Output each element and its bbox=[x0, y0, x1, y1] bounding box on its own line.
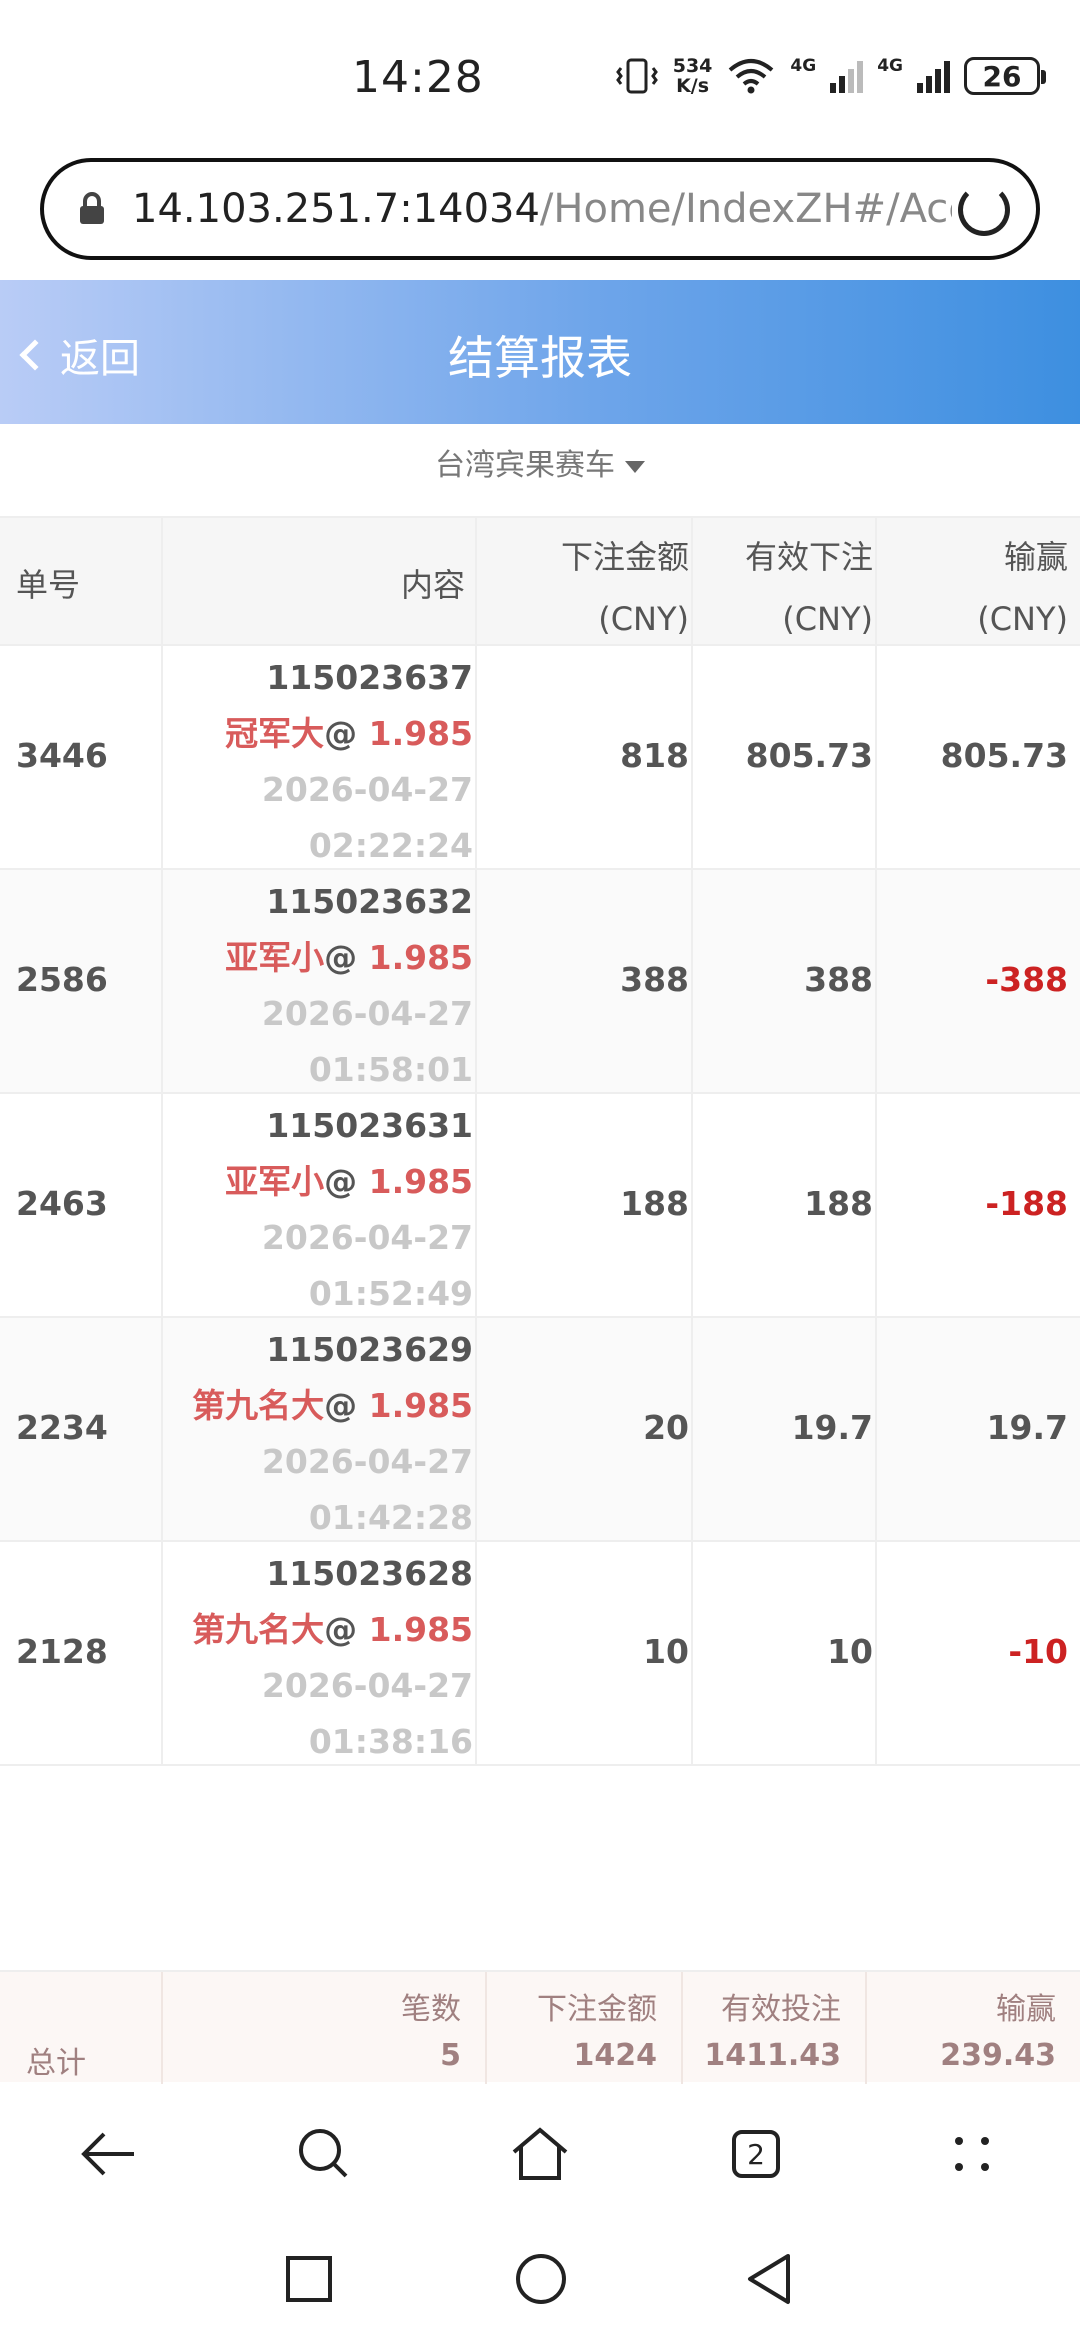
tabs-button[interactable]: 2 bbox=[716, 2114, 796, 2194]
column-header: 输赢 (CNY) bbox=[977, 538, 1068, 638]
row-id: 3446 bbox=[16, 736, 108, 775]
report-table: 单号 内容 下注金额 (CNY) 有效下注 (CNY) 输赢 (CNY) 3446 1… bbox=[0, 516, 1080, 1766]
row-id: 2234 bbox=[16, 1408, 108, 1447]
table-row: 2463 115023631 亚军小@ 1.985 2026-04-27 01:… bbox=[0, 1094, 1080, 1318]
column-header: 有效下注 (CNY) bbox=[693, 518, 877, 644]
column-header: 单号 bbox=[0, 518, 163, 644]
back-triangle-icon[interactable] bbox=[744, 2252, 794, 2306]
status-bar: 14:28 534 K/s 4G 4G 26 bbox=[0, 0, 1080, 150]
dots-menu-icon bbox=[955, 2137, 989, 2171]
bet-content: 115023629 第九名大@ 1.985 2026-04-27 01:42:2… bbox=[192, 1330, 473, 1537]
total-winloss-label: 输赢 bbox=[996, 1992, 1056, 2027]
bet-content: 115023637 冠军大@ 1.985 2026-04-27 02:22:24 bbox=[225, 658, 473, 865]
table-row: 2128 115023628 第九名大@ 1.985 2026-04-27 01… bbox=[0, 1542, 1080, 1766]
wifi-icon bbox=[729, 59, 774, 94]
win-loss: -388 bbox=[985, 960, 1068, 999]
total-bet-value: 1424 bbox=[573, 2038, 658, 2073]
valid-bet: 805.73 bbox=[745, 736, 873, 775]
valid-bet: 19.7 bbox=[791, 1408, 873, 1447]
table-row: 2234 115023629 第九名大@ 1.985 2026-04-27 01… bbox=[0, 1318, 1080, 1542]
bet-amount: 388 bbox=[620, 960, 689, 999]
valid-bet: 188 bbox=[804, 1184, 873, 1223]
bet-content: 115023631 亚军小@ 1.985 2026-04-27 01:52:49 bbox=[225, 1106, 473, 1313]
home-icon bbox=[512, 2127, 568, 2180]
search-button[interactable] bbox=[284, 2114, 364, 2194]
home-button[interactable] bbox=[500, 2114, 580, 2194]
total-winloss-value: 239.43 bbox=[940, 2038, 1056, 2073]
win-loss: -10 bbox=[1008, 1632, 1068, 1671]
lock-icon bbox=[80, 192, 104, 224]
bet-content: 115023628 第九名大@ 1.985 2026-04-27 01:38:1… bbox=[192, 1554, 473, 1761]
valid-bet: 388 bbox=[804, 960, 873, 999]
system-nav-bar bbox=[0, 2224, 1080, 2340]
recents-square-icon[interactable] bbox=[284, 2254, 334, 2304]
search-icon bbox=[299, 2129, 348, 2178]
row-id: 2128 bbox=[16, 1632, 108, 1671]
page-title: 结算报表 bbox=[448, 331, 632, 385]
game-selector-label: 台湾宾果赛车 bbox=[435, 448, 615, 483]
row-id: 2463 bbox=[16, 1184, 108, 1223]
count-label: 笔数 bbox=[401, 1992, 461, 2027]
game-selector[interactable]: 台湾宾果赛车 bbox=[0, 440, 1080, 484]
bet-amount: 20 bbox=[643, 1408, 689, 1447]
bet-amount: 10 bbox=[643, 1632, 689, 1671]
table-row: 3446 115023637 冠军大@ 1.985 2026-04-27 02:… bbox=[0, 646, 1080, 870]
table-row: 2586 115023632 亚军小@ 1.985 2026-04-27 01:… bbox=[0, 870, 1080, 1094]
home-circle-icon[interactable] bbox=[514, 2252, 568, 2306]
browser-toolbar: 2 bbox=[0, 2084, 1080, 2224]
total-bet-label: 下注金额 bbox=[537, 1992, 657, 2027]
caret-down-icon bbox=[625, 460, 645, 473]
win-loss: 19.7 bbox=[986, 1408, 1068, 1447]
totals-bar: 总计 笔数 5 下注金额 1424 有效投注 1411.43 输赢 239.43 bbox=[0, 1970, 1080, 2084]
page-header: 返回 结算报表 bbox=[0, 280, 1080, 424]
column-header: 下注金额 (CNY) bbox=[477, 518, 693, 644]
status-time: 14:28 bbox=[352, 52, 484, 103]
bet-amount: 818 bbox=[620, 736, 689, 775]
win-loss: 805.73 bbox=[940, 736, 1068, 775]
battery-icon: 26 bbox=[964, 57, 1046, 95]
bet-content: 115023632 亚军小@ 1.985 2026-04-27 01:58:01 bbox=[225, 882, 473, 1089]
totals-label: 总计 bbox=[26, 2046, 86, 2081]
table-header-row: 单号 内容 下注金额 (CNY) 有效下注 (CNY) 输赢 (CNY) bbox=[0, 518, 1080, 646]
net-speed: 534 K/s bbox=[672, 55, 713, 97]
win-loss: -188 bbox=[985, 1184, 1068, 1223]
row-id: 2586 bbox=[16, 960, 108, 999]
bet-amount: 188 bbox=[620, 1184, 689, 1223]
signal-label-1: 4G bbox=[790, 56, 817, 76]
status-icons: 534 K/s 4G 4G 26 bbox=[615, 55, 1046, 97]
reload-icon[interactable] bbox=[958, 184, 1010, 236]
count-value: 5 bbox=[440, 2038, 461, 2073]
column-header: 内容 bbox=[163, 518, 477, 644]
vibrate-icon bbox=[615, 58, 658, 94]
signal-bars-icon bbox=[830, 59, 864, 93]
menu-button[interactable] bbox=[932, 2114, 1012, 2194]
arrow-left-icon bbox=[81, 2132, 134, 2176]
url-text[interactable]: 14.103.251.7:14034/Home/IndexZH#/Acco bbox=[132, 186, 952, 232]
signal-bars-icon bbox=[917, 59, 950, 93]
total-valid-label: 有效投注 bbox=[721, 1992, 841, 2027]
total-valid-value: 1411.43 bbox=[704, 2038, 841, 2073]
signal-label-2: 4G bbox=[877, 56, 903, 76]
valid-bet: 10 bbox=[827, 1632, 873, 1671]
address-bar[interactable]: 14.103.251.7:14034/Home/IndexZH#/Acco bbox=[40, 158, 1040, 260]
tabs-icon: 2 bbox=[732, 2130, 780, 2178]
back-nav-button[interactable] bbox=[68, 2114, 148, 2194]
